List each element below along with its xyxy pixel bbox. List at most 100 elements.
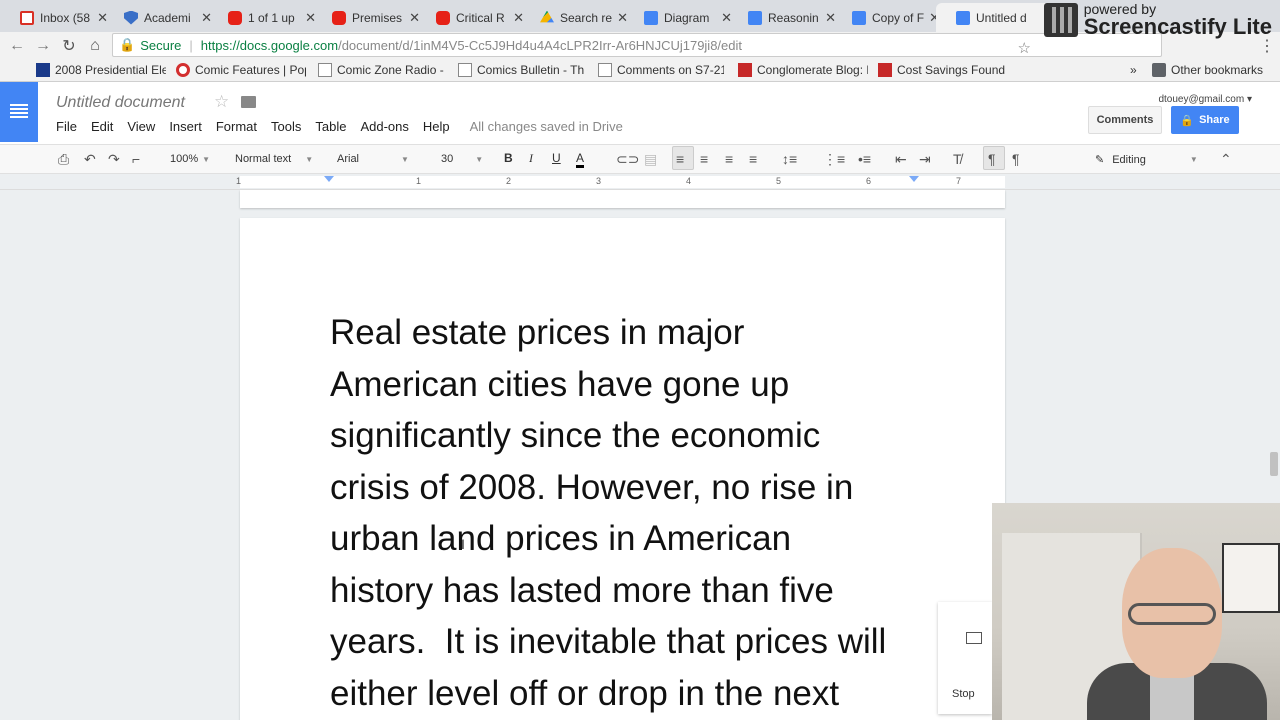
comment-icon[interactable]: ▤: [644, 151, 657, 168]
tab-label: Academi: [144, 10, 191, 25]
style-select[interactable]: Normal text ▼: [235, 153, 313, 165]
docs-icon: [748, 10, 762, 25]
menu-view[interactable]: View: [127, 119, 155, 134]
explore-icon[interactable]: [966, 632, 982, 644]
youtube-icon: [436, 10, 450, 25]
browser-tab[interactable]: 1 of 1 up ✕: [208, 3, 324, 32]
ruler-number: 2: [506, 176, 512, 186]
bookmark-item[interactable]: Comic Features | Pop: [176, 63, 306, 77]
align-right-icon[interactable]: ≡: [725, 151, 733, 167]
docs-header: Untitled document ☆ File Edit View Inser…: [0, 82, 1280, 144]
ruler-number: 1: [416, 176, 422, 186]
menu-dots-icon[interactable]: ⋮: [1254, 36, 1280, 56]
body-line: urban land prices in American: [330, 519, 792, 558]
increase-indent-icon[interactable]: ⇥: [919, 151, 931, 168]
stop-button[interactable]: Stop: [952, 688, 975, 700]
link-icon[interactable]: ⊂⊃: [616, 151, 639, 168]
browser-tab[interactable]: Search re ✕: [520, 3, 636, 32]
align-center-icon[interactable]: ≡: [700, 151, 708, 167]
bookmark-item[interactable]: 2008 Presidential Ele: [36, 63, 166, 77]
menu-insert[interactable]: Insert: [169, 119, 202, 134]
zoom-value: 100%: [170, 153, 199, 165]
back-icon[interactable]: ←: [4, 37, 30, 55]
shield-icon: [124, 10, 138, 25]
bulleted-list-icon[interactable]: •≡: [858, 151, 871, 167]
account-email[interactable]: dtouey@gmail.com ▾: [1158, 94, 1252, 105]
font-select[interactable]: Arial ▼: [337, 153, 409, 165]
url-field[interactable]: 🔒 Secure | https://docs.google.com /docu…: [112, 33, 1162, 57]
numbered-list-icon[interactable]: ⋮≡: [823, 151, 845, 168]
clear-formatting-icon[interactable]: T̸: [953, 151, 962, 167]
browser-tab-active[interactable]: Untitled d: [936, 3, 1052, 32]
bookmark-item[interactable]: Cost Savings Found: [878, 63, 1008, 77]
bold-icon[interactable]: B: [504, 151, 513, 165]
home-icon[interactable]: ⌂: [82, 37, 108, 55]
chevron-down-icon: ▼: [475, 154, 484, 164]
paint-format-icon[interactable]: ⌐: [132, 151, 140, 167]
account-label: dtouey@gmail.com: [1158, 94, 1245, 105]
left-indent-marker[interactable]: [324, 176, 334, 182]
ruler-number: 1: [236, 176, 242, 186]
font-size-select[interactable]: 30 ▼: [441, 153, 483, 165]
align-left-icon[interactable]: ≡: [676, 151, 684, 167]
text-color-icon[interactable]: A: [576, 151, 585, 168]
scrollbar-thumb[interactable]: [1270, 452, 1278, 476]
italic-icon[interactable]: I: [529, 151, 533, 166]
print-icon[interactable]: ⎙: [58, 151, 69, 168]
browser-tab[interactable]: Inbox (58 ✕: [0, 3, 116, 32]
ltr-paragraph-icon[interactable]: ¶: [988, 151, 996, 167]
decrease-indent-icon[interactable]: ⇤: [895, 151, 907, 168]
star-icon[interactable]: ☆: [214, 92, 229, 112]
bookmark-item[interactable]: Comic Zone Radio - F: [318, 63, 444, 77]
ruler: 1 1 2 3 4 5 6 7: [0, 174, 1280, 190]
ruler-number: 4: [686, 176, 692, 186]
url-separator: |: [189, 37, 193, 53]
menu-table[interactable]: Table: [315, 119, 346, 134]
menu-edit[interactable]: Edit: [91, 119, 113, 134]
tab-label: Inbox (58: [40, 10, 91, 25]
browser-tab[interactable]: Academi ✕: [104, 3, 220, 32]
document-title[interactable]: Untitled document: [56, 94, 185, 112]
webcam-person-glasses: [1128, 603, 1216, 625]
bookmarks-overflow[interactable]: »: [1130, 63, 1137, 77]
screencastify-watermark: powered by Screencastify Lite: [1043, 2, 1272, 38]
menu-file[interactable]: File: [56, 119, 77, 134]
line-spacing-icon[interactable]: ↕≡: [782, 151, 797, 167]
browser-tab[interactable]: Reasonin ✕: [728, 3, 844, 32]
comments-button[interactable]: Comments: [1088, 106, 1162, 134]
menu-tools[interactable]: Tools: [271, 119, 301, 134]
browser-tab[interactable]: Premises ✕: [312, 3, 428, 32]
zoom-select[interactable]: 100% ▼: [170, 153, 210, 165]
reload-icon[interactable]: ↻: [56, 36, 82, 56]
browser-tab[interactable]: Diagram ✕: [624, 3, 740, 32]
forward-icon[interactable]: →: [30, 37, 56, 55]
menu-help[interactable]: Help: [423, 119, 450, 134]
chevron-down-icon: ▼: [202, 154, 211, 164]
underline-icon[interactable]: U: [552, 151, 561, 165]
browser-tab[interactable]: Copy of F ✕: [832, 3, 948, 32]
share-button[interactable]: 🔒 Share: [1171, 106, 1239, 134]
document-page[interactable]: Real estate prices in major American cit…: [240, 218, 1005, 720]
bookmark-item[interactable]: Conglomerate Blog: E: [738, 63, 868, 77]
tab-label: Premises: [352, 10, 403, 25]
other-bookmarks[interactable]: Other bookmarks: [1152, 63, 1263, 77]
docs-menu-icon[interactable]: [0, 82, 38, 142]
document-body[interactable]: Real estate prices in major American cit…: [330, 307, 930, 719]
body-line: crisis of 2008. However, no rise in: [330, 467, 854, 507]
bookmark-item[interactable]: Comments on S7-21-: [598, 63, 724, 77]
menu-format[interactable]: Format: [216, 119, 257, 134]
redo-icon[interactable]: ↷: [108, 151, 120, 168]
bookmark-star-icon[interactable]: ☆: [1018, 39, 1031, 57]
font-size-value: 30: [441, 153, 454, 165]
bookmark-item[interactable]: Comics Bulletin - The: [458, 63, 584, 77]
right-indent-marker[interactable]: [909, 176, 919, 182]
undo-icon[interactable]: ↶: [84, 151, 96, 168]
rtl-paragraph-icon[interactable]: ¶: [1012, 151, 1020, 167]
editing-mode-select[interactable]: ✎ Editing ▼: [1095, 153, 1198, 167]
browser-tab[interactable]: Critical R ✕: [416, 3, 532, 32]
justify-icon[interactable]: ≡: [749, 151, 757, 167]
collapse-icon[interactable]: ⌃: [1220, 151, 1232, 168]
body-line: Real estate prices in major: [330, 313, 745, 352]
folder-icon[interactable]: [241, 96, 256, 108]
menu-addons[interactable]: Add-ons: [360, 119, 408, 134]
